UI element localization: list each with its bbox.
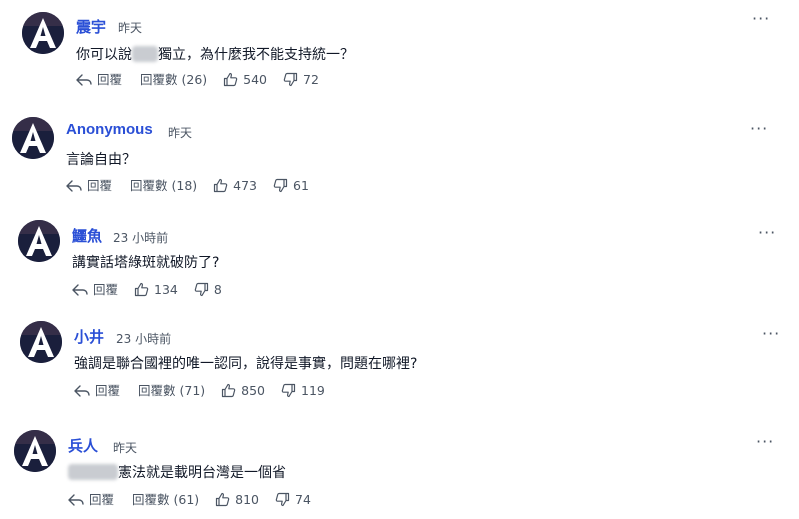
comment-text: 言論自由？ bbox=[66, 152, 136, 168]
replies-count: 回覆數 (18) bbox=[130, 177, 198, 193]
comment-actions: 回覆 回覆數 (61) 810 74 bbox=[68, 492, 327, 507]
view-replies-button[interactable]: 回覆數 (61) bbox=[132, 491, 200, 507]
comment-author[interactable]: Anonymous bbox=[66, 121, 153, 138]
thumbs-down-icon bbox=[273, 178, 288, 193]
comment-author[interactable]: 小井 bbox=[74, 326, 104, 347]
comment-text-part: 憲法就是載明台灣是一個省 bbox=[118, 465, 286, 481]
comment-time: 23 小時前 bbox=[116, 332, 172, 346]
thumbs-up-icon bbox=[214, 178, 228, 193]
reply-arrow-icon bbox=[74, 384, 90, 397]
dislike-button[interactable]: 119 bbox=[281, 383, 325, 398]
comment-author[interactable]: 鱷魚 bbox=[72, 225, 102, 246]
reply-arrow-icon bbox=[66, 179, 82, 192]
avatar[interactable] bbox=[18, 220, 60, 262]
like-count: 850 bbox=[241, 382, 266, 398]
comment-actions: 回覆 回覆數 (18) 473 61 bbox=[66, 178, 325, 193]
dislike-button[interactable]: 61 bbox=[273, 178, 309, 193]
reply-label: 回覆 bbox=[87, 177, 113, 193]
comment-actions: 回覆 134 8 bbox=[72, 282, 238, 297]
redacted-text bbox=[68, 464, 118, 480]
comment-text: 憲法就是載明台灣是一個省 bbox=[68, 462, 286, 482]
thumbs-down-icon bbox=[281, 383, 296, 398]
dislike-count: 61 bbox=[293, 177, 309, 193]
avatar-a-icon bbox=[20, 321, 62, 363]
avatar-a-icon bbox=[12, 117, 54, 159]
dislike-count: 8 bbox=[213, 281, 222, 297]
comment-time: 23 小時前 bbox=[113, 231, 169, 245]
comment-text: 強調是聯合國裡的唯一認同，說得是事實，問題在哪裡? bbox=[74, 356, 418, 372]
reply-label: 回覆 bbox=[95, 382, 121, 398]
more-options-button[interactable]: ··· bbox=[758, 225, 776, 241]
thumbs-up-icon bbox=[222, 383, 236, 398]
comment-time: 昨天 bbox=[113, 441, 138, 455]
like-count: 134 bbox=[154, 281, 178, 297]
like-button[interactable]: 134 bbox=[134, 282, 178, 297]
reply-button[interactable]: 回覆 bbox=[74, 382, 121, 398]
more-options-button[interactable]: ··· bbox=[762, 326, 780, 342]
comment-author[interactable]: 兵人 bbox=[68, 435, 98, 456]
like-count: 473 bbox=[233, 177, 258, 193]
avatar-a-icon bbox=[14, 430, 56, 472]
more-options-button[interactable]: ··· bbox=[750, 121, 768, 137]
avatar[interactable] bbox=[20, 321, 62, 363]
like-button[interactable]: 810 bbox=[215, 492, 259, 507]
like-button[interactable]: 473 bbox=[213, 178, 257, 193]
comment-time: 昨天 bbox=[168, 126, 193, 140]
dislike-button[interactable]: 74 bbox=[275, 492, 311, 507]
reply-arrow-icon bbox=[72, 283, 88, 296]
dislike-button[interactable]: 8 bbox=[194, 282, 222, 297]
thumbs-down-icon bbox=[275, 492, 290, 507]
thumbs-up-icon bbox=[134, 282, 149, 297]
dislike-count: 119 bbox=[301, 382, 325, 398]
view-replies-button[interactable]: 回覆數 (18) bbox=[130, 177, 198, 193]
replies-count: 回覆數 (71) bbox=[138, 382, 206, 398]
reply-label: 回覆 bbox=[89, 491, 115, 507]
replies-count: 回覆數 (61) bbox=[132, 491, 200, 507]
reply-button[interactable]: 回覆 bbox=[66, 177, 113, 193]
reply-button[interactable]: 回覆 bbox=[68, 491, 115, 507]
like-count: 810 bbox=[235, 491, 260, 507]
reply-button[interactable]: 回覆 bbox=[72, 281, 119, 297]
comment-text: 講實話塔綠斑就破防了? bbox=[72, 255, 220, 271]
thumbs-up-icon bbox=[216, 492, 230, 507]
avatar[interactable] bbox=[12, 117, 54, 159]
view-replies-button[interactable]: 回覆數 (71) bbox=[138, 382, 206, 398]
more-options-button[interactable]: ··· bbox=[756, 434, 774, 450]
like-button[interactable]: 850 bbox=[221, 383, 265, 398]
comment-5: 兵人 昨天 憲法就是載明台灣是一個省 ··· 回覆 回覆數 (61) 810 7… bbox=[0, 0, 799, 507]
reply-arrow-icon bbox=[68, 493, 84, 506]
avatar-a-icon bbox=[18, 220, 60, 262]
thumbs-down-icon bbox=[194, 282, 208, 297]
reply-label: 回覆 bbox=[93, 281, 119, 297]
avatar[interactable] bbox=[14, 430, 56, 472]
dislike-count: 74 bbox=[295, 491, 311, 507]
comment-actions: 回覆 回覆數 (71) 850 119 bbox=[74, 383, 341, 398]
